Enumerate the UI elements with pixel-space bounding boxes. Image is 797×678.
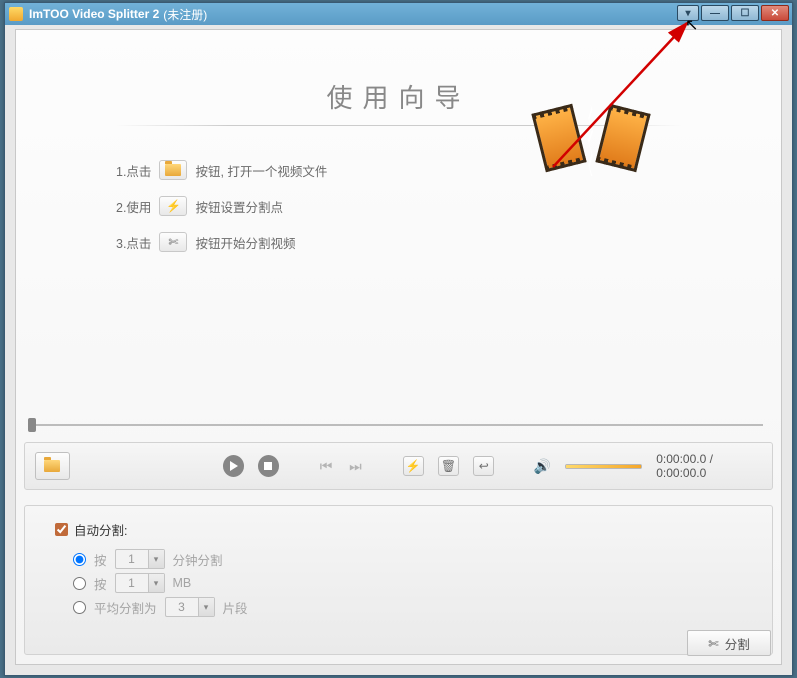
auto-split-label: 自动分割: [74,520,127,539]
stop-button[interactable] [258,455,279,477]
auto-split-checkbox[interactable]: 自动分割: [55,520,742,539]
split-by-segments-radio[interactable] [73,601,86,614]
player-toolbar: ⏮ ⏭ ⚡ 🗑 ↩ 🔊 0:00:00.0 / 0:00:00.0 [24,442,773,490]
mb-spinner[interactable]: 1 ▾ [115,573,165,593]
auto-split-panel: 自动分割: 按 1 ▾ 分钟分割 按 1 ▾ MB [24,505,773,655]
time-display: 0:00:00.0 / 0:00:00.0 [656,452,762,480]
split-icon: ✄ [159,232,187,252]
split-by-mb-radio[interactable] [73,577,86,590]
open-file-icon [159,160,187,180]
opt-pre: 平均分割为 [94,598,157,617]
step-pre: 1.点击 [116,161,151,180]
opt-pre: 按 [94,550,107,569]
wizard-step-3: 3.点击 ✄ 按钮开始分割视频 [116,232,681,252]
opt-post: MB [173,576,192,590]
minimize-button[interactable]: — [701,5,729,21]
opt-pre: 按 [94,574,107,593]
volume-slider[interactable] [565,464,642,469]
undo-button[interactable]: ↩ [473,456,494,476]
split-by-mb-option[interactable]: 按 1 ▾ MB [73,573,742,593]
delete-point-button[interactable]: 🗑 [438,456,459,476]
split-button[interactable]: ✄ 分割 [687,630,771,656]
open-file-button[interactable] [35,452,70,480]
minutes-spinner[interactable]: 1 ▾ [115,549,165,569]
timeline-thumb[interactable] [28,418,36,432]
maximize-button[interactable]: ☐ [731,5,759,21]
window-buttons: ▾ — ☐ ✕ [677,5,789,21]
split-by-segments-option[interactable]: 平均分割为 3 ▾ 片段 [73,597,742,617]
split-icon: ✄ [708,636,718,651]
split-button-label: 分割 [725,634,750,653]
step-pre: 3.点击 [116,233,151,252]
set-point-icon: ⚡ [159,196,187,216]
step-pre: 2.使用 [116,197,151,216]
opt-post: 分钟分割 [173,550,223,569]
action-bar: ✄ 分割 [687,630,771,656]
prev-frame-button[interactable]: ⏮ [318,458,333,474]
wizard-panel: 使用向导 1.点击 按钮, 打开一个视频文件 2.使用 ⚡ 按钮设置分割点 3.… [116,78,681,268]
content-area: 使用向导 1.点击 按钮, 打开一个视频文件 2.使用 ⚡ 按钮设置分割点 3.… [15,29,782,665]
app-title: ImTOO Video Splitter 2 [29,7,159,21]
dropdown-menu-button[interactable]: ▾ [677,5,699,21]
chevron-down-icon[interactable]: ▾ [198,598,214,616]
step-post: 按钮设置分割点 [195,197,283,216]
next-frame-button[interactable]: ⏭ [348,458,363,474]
timeline-slider[interactable] [24,420,773,430]
wizard-steps: 1.点击 按钮, 打开一个视频文件 2.使用 ⚡ 按钮设置分割点 3.点击 ✄ … [116,160,681,252]
split-by-minutes-option[interactable]: 按 1 ▾ 分钟分割 [73,549,742,569]
step-post: 按钮开始分割视频 [195,233,295,252]
split-by-minutes-radio[interactable] [73,553,86,566]
play-button[interactable] [223,455,244,477]
app-icon [9,7,23,21]
app-title-suffix: (未注册) [163,6,207,23]
step-post: 按钮, 打开一个视频文件 [195,161,327,180]
auto-split-checkbox-input[interactable] [55,523,68,536]
segments-spinner[interactable]: 3 ▾ [165,597,215,617]
app-window: ImTOO Video Splitter 2 (未注册) ▾ — ☐ ✕ 使用向… [4,2,793,676]
chevron-down-icon[interactable]: ▾ [148,550,164,568]
wizard-step-2: 2.使用 ⚡ 按钮设置分割点 [116,196,681,216]
opt-post: 片段 [223,598,248,617]
close-button[interactable]: ✕ [761,5,789,21]
volume-icon[interactable]: 🔊 [534,458,551,475]
chevron-down-icon[interactable]: ▾ [148,574,164,592]
film-split-illustration [536,102,646,182]
set-split-point-button[interactable]: ⚡ [403,456,424,476]
titlebar[interactable]: ImTOO Video Splitter 2 (未注册) ▾ — ☐ ✕ [5,3,792,25]
